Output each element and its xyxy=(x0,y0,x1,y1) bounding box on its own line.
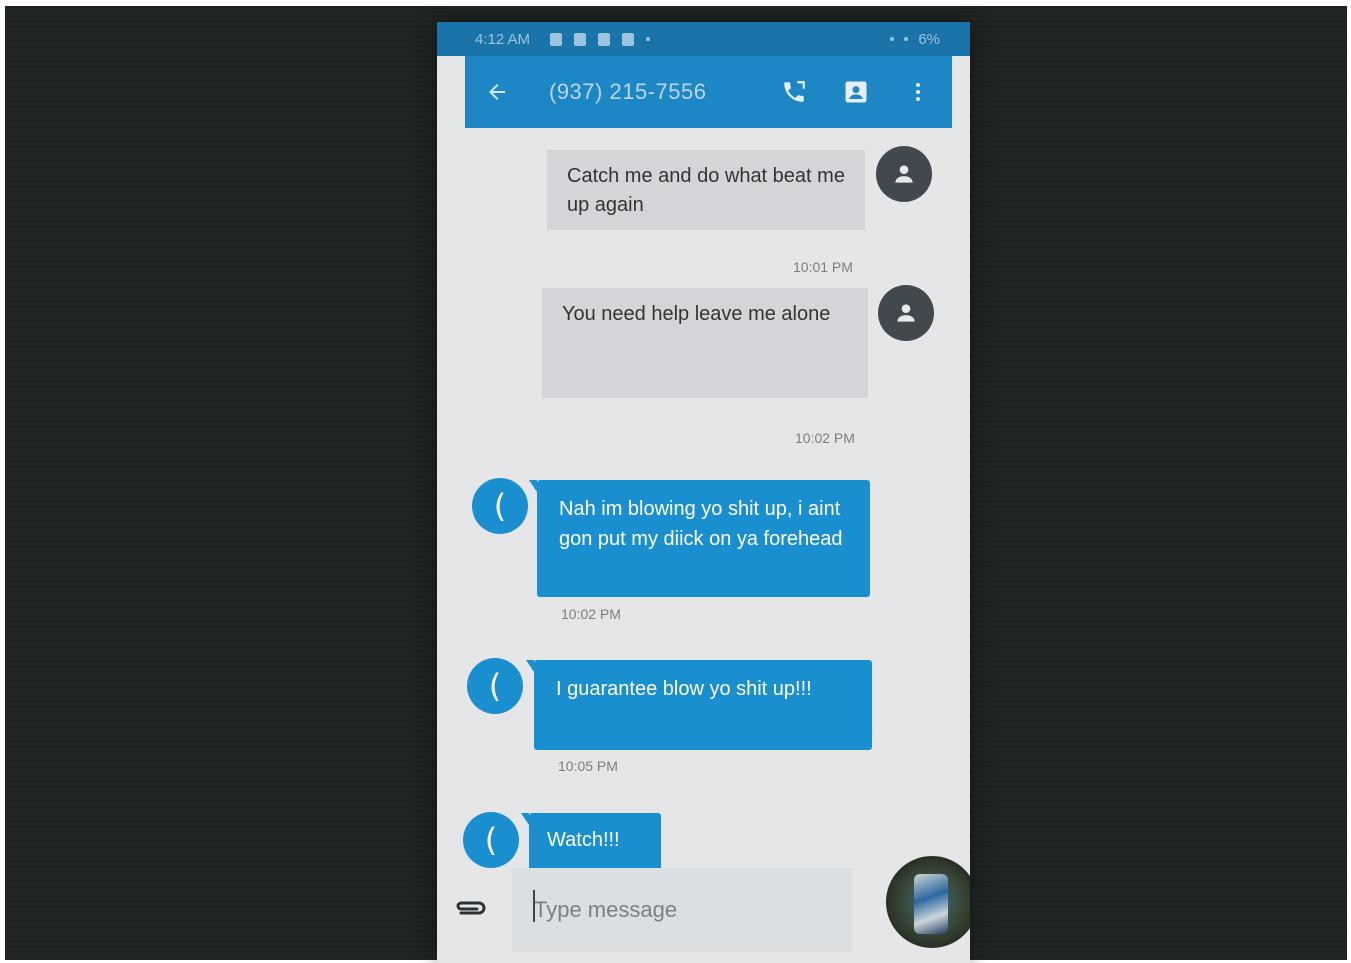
person-icon xyxy=(897,304,915,322)
contact-avatar[interactable] xyxy=(878,285,934,341)
message-timestamp: 10:02 PM xyxy=(561,606,621,622)
status-notification-icons xyxy=(550,32,651,46)
message-input[interactable] xyxy=(512,868,852,952)
outgoing-message-bubble[interactable]: Nah im blowing yo shit up, i aint gon pu… xyxy=(529,480,870,597)
text-cursor xyxy=(533,890,535,922)
message-text: Catch me and do what beat me up again xyxy=(567,165,845,216)
person-icon xyxy=(895,165,913,183)
lock-icon xyxy=(550,32,563,46)
message-text: You need help leave me alone xyxy=(562,303,831,325)
conversation-header: (937) 215-7556 xyxy=(465,56,952,128)
status-system-icons: 6% xyxy=(890,31,940,48)
image-icon xyxy=(622,32,635,46)
paperclip-icon[interactable] xyxy=(452,890,488,926)
message-text: I guarantee blow yo shit up!!! xyxy=(556,678,812,700)
battery-level: 6% xyxy=(918,30,940,48)
incoming-message-bubble[interactable]: Catch me and do what beat me up again xyxy=(547,150,865,230)
call-icon[interactable] xyxy=(780,78,808,106)
message-timestamp: 10:05 PM xyxy=(558,758,618,774)
message-text: Nah im blowing yo shit up, i aint gon pu… xyxy=(559,498,843,550)
wifi-icon xyxy=(890,37,895,41)
message-composer xyxy=(437,856,970,963)
status-bar: 4:12 AM 6% xyxy=(437,22,970,56)
attached-photo-thumbnail[interactable] xyxy=(886,856,970,948)
incoming-message-bubble[interactable]: You need help leave me alone xyxy=(542,288,868,398)
user-avatar[interactable]: ( xyxy=(472,478,528,534)
message-timestamp: 10:01 PM xyxy=(793,259,853,275)
message-timestamp: 10:02 PM xyxy=(795,430,855,446)
app-notification-icon xyxy=(574,32,587,46)
header-actions xyxy=(780,78,932,106)
outgoing-message-bubble[interactable]: I guarantee blow yo shit up!!! xyxy=(526,660,872,750)
user-avatar[interactable]: ( xyxy=(467,658,523,714)
signal-icon xyxy=(904,37,909,41)
contact-avatar[interactable] xyxy=(876,146,932,202)
contact-card-icon[interactable] xyxy=(842,78,870,106)
phone-screen: 4:12 AM 6% (937) 215-7556 Catch me and d… xyxy=(437,22,970,963)
status-time: 4:12 AM xyxy=(475,30,531,48)
more-options-icon[interactable] xyxy=(904,78,932,106)
message-text: Watch!!! xyxy=(547,829,620,851)
contact-phone-number: (937) 215-7556 xyxy=(549,79,707,104)
back-arrow-icon[interactable] xyxy=(485,80,509,104)
more-notifications-dot-icon xyxy=(646,37,651,41)
mail-icon xyxy=(598,32,611,46)
photo-content xyxy=(914,874,948,934)
